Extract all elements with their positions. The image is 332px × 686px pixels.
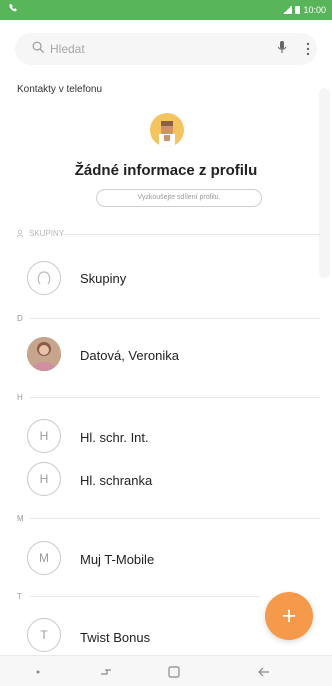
home-icon[interactable] [164,662,184,682]
group-row-skupiny[interactable]: Skupiny [0,256,332,300]
section-letter-m: M [17,514,24,523]
divider [30,318,320,319]
contact-name: Hl. schr. Int. [80,430,149,445]
status-bar: 10:00 [0,0,332,20]
contact-name: Muj T-Mobile [80,552,155,567]
section-title: Kontakty v telefonu [17,84,103,95]
dot-icon[interactable] [28,662,48,682]
phone-icon [8,3,18,16]
search-input[interactable] [50,40,230,58]
profile-avatar[interactable] [150,113,184,147]
divider [30,518,320,519]
fast-scroll-index[interactable]: · · · · · · · · · · [319,88,330,278]
section-letter-h: H [17,393,23,402]
mic-icon[interactable] [277,40,287,56]
divider [30,596,260,597]
contact-photo-avatar [27,337,61,371]
back-icon[interactable] [254,662,274,682]
group-icon [17,229,23,238]
contact-row-hl-schranka[interactable]: H Hl. schranka [0,458,332,502]
navigation-bar [0,655,332,686]
status-time: 10:00 [303,5,326,15]
signal-icon [282,6,293,14]
groups-header-label: SKUPINY [29,229,65,238]
recent-apps-icon[interactable] [96,662,116,682]
divider [62,234,320,235]
section-letter-d: D [17,314,23,323]
more-vert-icon[interactable] [305,41,311,57]
contact-name: Hl. schranka [80,473,153,488]
battery-icon [295,6,301,14]
profile-placeholder-icon [159,121,175,147]
contact-row-muj-t-mobile[interactable]: M Muj T-Mobile [0,537,332,581]
profile-title: Žádné informace z profilu [74,162,258,179]
contact-initial-avatar: M [27,541,61,575]
contact-initial-avatar: H [27,419,61,453]
divider [30,397,320,398]
person-outline-icon [27,261,61,295]
groups-header: SKUPINY [17,229,64,238]
contact-name: Twist Bonus [80,630,151,645]
share-profile-button[interactable]: Vyzkoušejte sdílení profilu. [96,189,262,207]
contact-row-hl-schr-int[interactable]: H Hl. schr. Int. [0,414,332,458]
section-letter-t: T [17,592,22,601]
add-contact-button[interactable]: + [265,592,313,640]
search-icon [32,41,45,54]
contact-initial-avatar: H [27,462,61,496]
search-bar[interactable] [15,33,317,65]
contact-initial-avatar: T [27,618,61,652]
contact-name: Datová, Veronika [80,348,180,363]
group-name: Skupiny [80,271,127,286]
